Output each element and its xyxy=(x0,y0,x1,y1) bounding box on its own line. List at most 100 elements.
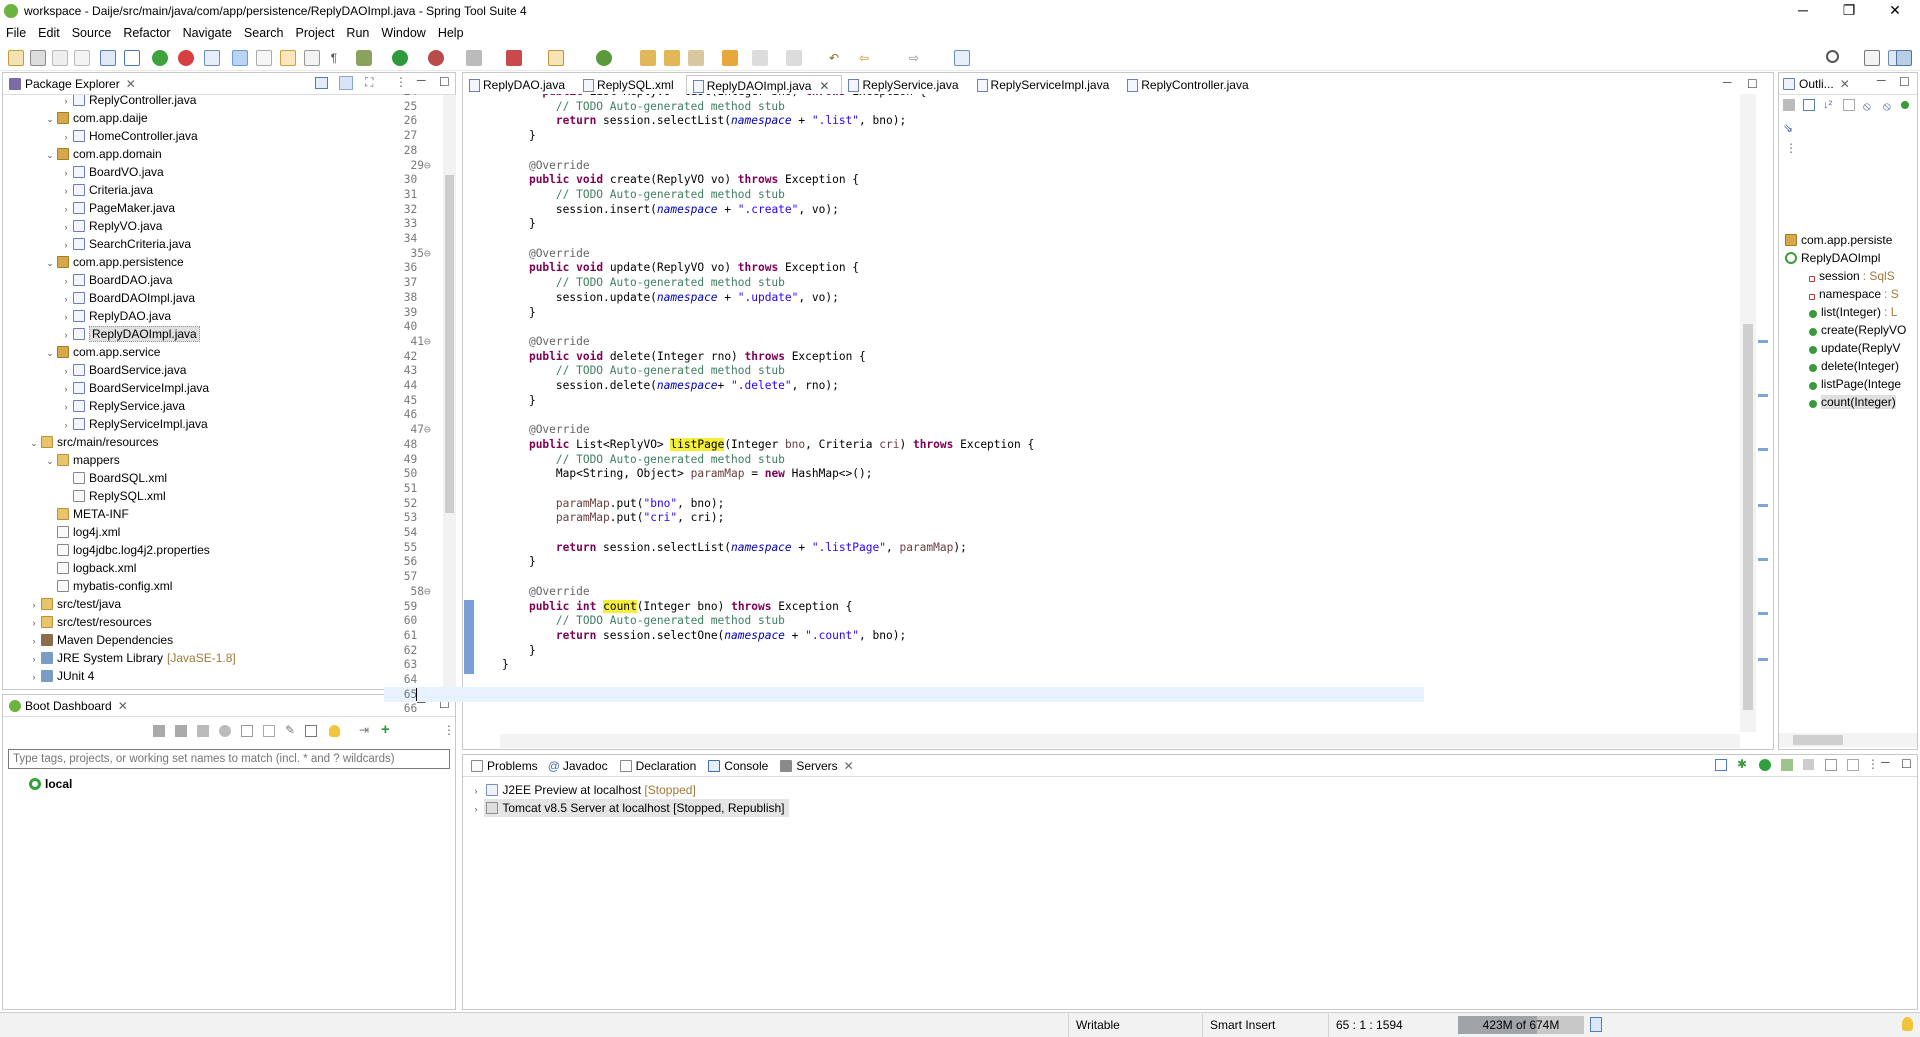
code-line[interactable]: 53 paramMap.put("cri", cri); xyxy=(384,510,1424,525)
show-whitespace-icon[interactable]: ¶ xyxy=(326,50,342,66)
tree-item[interactable]: › Maven Dependencies xyxy=(29,631,174,650)
code-line[interactable]: 27 } xyxy=(384,128,1424,143)
minimize-view-icon[interactable]: ─ xyxy=(1881,755,1890,769)
tree-item[interactable]: ⌄ com.app.daije xyxy=(45,109,148,127)
expand-icon[interactable]: › xyxy=(61,362,71,380)
outline-item[interactable]: listPage(Intege xyxy=(1807,375,1901,393)
fold-icon[interactable]: ⊖ xyxy=(424,246,431,261)
expand-icon[interactable]: ⌄ xyxy=(45,344,55,362)
tree-item[interactable]: ⌄ src/main/resources xyxy=(29,433,158,451)
expand-icon[interactable]: ⌄ xyxy=(45,146,55,164)
collapse-all-icon[interactable] xyxy=(315,77,328,89)
tree-item[interactable]: › BoardVO.java xyxy=(61,163,164,181)
tree-item[interactable]: ⌄ com.app.persistence xyxy=(45,253,184,271)
close-tab-icon[interactable]: ✕ xyxy=(819,79,829,93)
fold-icon[interactable]: ⊖ xyxy=(424,334,431,349)
menu-run[interactable]: Run xyxy=(340,26,375,40)
view-menu-icon[interactable]: ⋮ xyxy=(395,75,407,89)
menu-search[interactable]: Search xyxy=(238,26,290,40)
print-icon[interactable] xyxy=(74,50,90,66)
tree-item[interactable]: logback.xml xyxy=(45,559,136,577)
expand-icon[interactable]: › xyxy=(29,632,39,650)
maximize-button[interactable]: ❐ xyxy=(1826,0,1872,22)
tab-replydao[interactable]: ReplyDAO.java xyxy=(463,75,577,95)
hide-fields-icon[interactable]: ↓² xyxy=(1823,99,1832,111)
tree-item[interactable]: › JUnit 4 xyxy=(29,667,95,685)
open-console-icon[interactable] xyxy=(241,725,253,737)
tab-replysql[interactable]: ReplySQL.xml xyxy=(577,75,686,95)
link-editor-icon[interactable] xyxy=(339,76,353,90)
save-icon[interactable] xyxy=(30,50,46,66)
last-edit-icon[interactable]: ↶ xyxy=(826,50,842,66)
code-line[interactable]: 45 } xyxy=(384,393,1424,408)
properties-icon[interactable] xyxy=(305,725,317,737)
code-line[interactable]: 42 public void delete(Integer rno) throw… xyxy=(384,349,1424,364)
tree-item[interactable]: › HomeController.java xyxy=(61,127,198,145)
fold-icon[interactable]: ⊖ xyxy=(424,584,431,599)
expand-icon[interactable]: › xyxy=(61,416,71,434)
tree-item[interactable]: ⌄ com.app.service xyxy=(45,343,160,361)
close-view-icon[interactable]: ✕ xyxy=(844,759,854,773)
tree-item[interactable]: › BoardDAOImpl.java xyxy=(61,289,196,308)
toggle-icon[interactable] xyxy=(256,50,272,66)
bulb-icon[interactable] xyxy=(329,725,340,737)
tree-item[interactable]: › Criteria.java xyxy=(61,181,154,199)
close-button[interactable]: ✕ xyxy=(1872,0,1918,22)
code-line[interactable]: 36 public void update(ReplyVO vo) throws… xyxy=(384,260,1424,275)
expand-icon[interactable]: › xyxy=(29,596,39,614)
outline-item[interactable]: delete(Integer) xyxy=(1807,357,1899,375)
menu-file[interactable]: File xyxy=(0,26,32,40)
open-browser-icon[interactable] xyxy=(263,725,275,737)
link-icon[interactable]: ⇘ xyxy=(1783,121,1793,135)
expand-icon[interactable]: › xyxy=(471,800,481,818)
code-line[interactable]: 38 session.update(namespace + ".update",… xyxy=(384,290,1424,305)
code-line[interactable]: 47 ⊖ @Override xyxy=(384,422,1424,437)
menu-navigate[interactable]: Navigate xyxy=(177,26,238,40)
server-row-j2ee[interactable]: › J2EE Preview at localhost [Stopped] xyxy=(471,781,696,799)
debug-server-icon[interactable]: ✱ xyxy=(1737,757,1747,771)
menu-edit[interactable]: Edit xyxy=(32,26,66,40)
code-line[interactable]: 33 } xyxy=(384,216,1424,231)
outline-item[interactable]: create(ReplyVO xyxy=(1807,321,1906,339)
minimize-view-icon[interactable]: ─ xyxy=(417,73,426,87)
menu-help[interactable]: Help xyxy=(432,26,470,40)
menu-refactor[interactable]: Refactor xyxy=(117,26,176,40)
tree-item[interactable]: log4j.xml xyxy=(45,523,120,541)
tree-item[interactable]: ⌄ com.app.domain xyxy=(45,145,162,163)
external-tools-icon[interactable] xyxy=(506,50,522,66)
tree-item[interactable]: mybatis-config.xml xyxy=(45,577,172,595)
fold-icon[interactable]: ⊖ xyxy=(424,422,431,437)
open-folder-icon[interactable] xyxy=(640,50,656,66)
pin-editor-icon[interactable] xyxy=(954,50,970,66)
code-line[interactable]: 57 xyxy=(384,569,1424,584)
code-line[interactable]: 66 xyxy=(384,701,1424,716)
start-server-icon[interactable] xyxy=(1759,759,1771,771)
tab-problems[interactable]: Problems xyxy=(487,759,538,773)
menu-source[interactable]: Source xyxy=(66,26,118,40)
tab-declaration[interactable]: Declaration xyxy=(636,759,697,773)
new-class-icon[interactable] xyxy=(596,50,612,66)
expand-icon[interactable]: › xyxy=(61,398,71,416)
code-line[interactable]: 41 ⊖ @Override xyxy=(384,334,1424,349)
tree-item[interactable]: › ReplyDAO.java xyxy=(61,307,172,326)
editor-vertical-scrollbar[interactable] xyxy=(1740,94,1756,732)
outline-item[interactable]: com.app.persiste xyxy=(1783,231,1892,249)
expand-icon[interactable]: › xyxy=(61,290,71,308)
outline-item[interactable]: list(Integer): L xyxy=(1807,303,1897,321)
code-line[interactable]: 54 xyxy=(384,525,1424,540)
terminate-icon[interactable] xyxy=(466,50,482,66)
code-line[interactable]: 28 xyxy=(384,143,1424,158)
stop-icon[interactable] xyxy=(178,50,194,66)
heap-status[interactable]: 423M of 674M xyxy=(1458,1016,1584,1034)
code-editor[interactable]: 24 public List<ReplyVO> list(Integer bno… xyxy=(384,94,1426,732)
local-target[interactable]: local xyxy=(27,775,72,793)
stop-server-icon[interactable] xyxy=(1803,759,1814,770)
sort-icon[interactable] xyxy=(1803,99,1815,111)
code-line[interactable]: 63 } xyxy=(384,657,1424,672)
tree-item[interactable]: › ReplyController.java xyxy=(61,95,196,109)
debug-skip-icon[interactable] xyxy=(124,50,140,66)
expand-icon[interactable]: › xyxy=(61,308,71,326)
open-task-icon[interactable] xyxy=(664,50,680,66)
fold-icon[interactable]: ⊖ xyxy=(424,158,431,173)
link-icon[interactable]: ⇥ xyxy=(359,723,369,737)
